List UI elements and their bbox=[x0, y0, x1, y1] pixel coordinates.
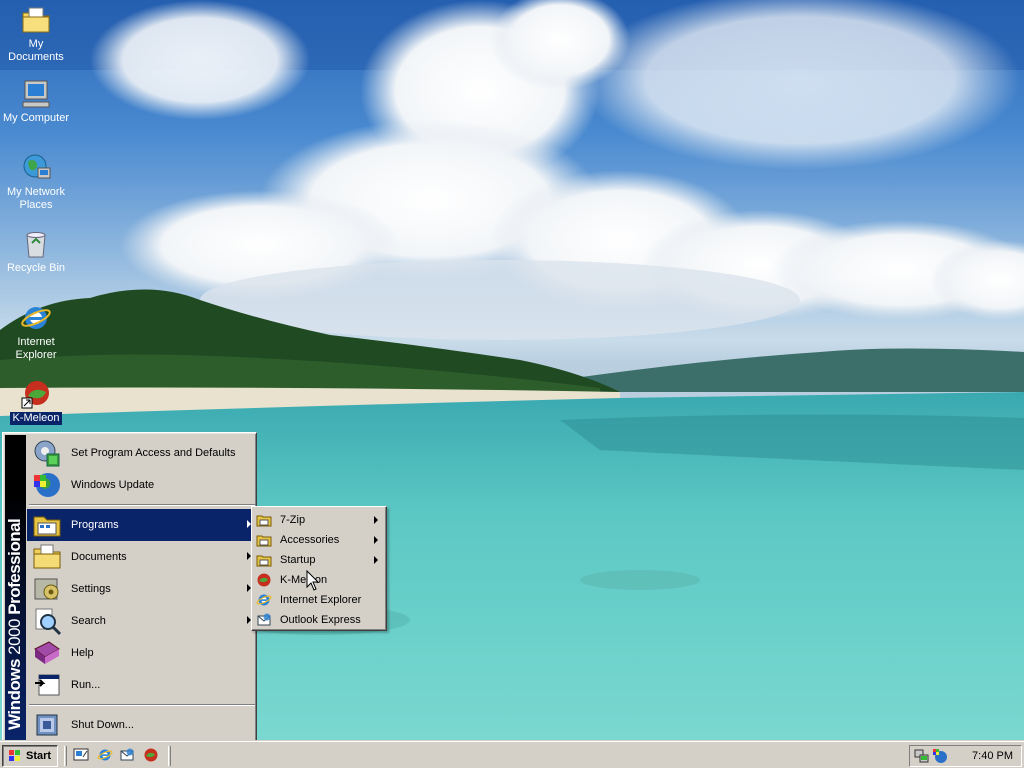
windows-update-tray-icon[interactable] bbox=[932, 748, 948, 764]
start-menu: Windows 2000 Professional Set Program Ac… bbox=[2, 432, 257, 743]
clock[interactable]: 7:40 PM bbox=[972, 750, 1013, 762]
show-desktop-icon[interactable] bbox=[73, 747, 89, 763]
programs-item-label: K-Meleon bbox=[280, 574, 328, 586]
banner-version-text: 2000 bbox=[5, 618, 24, 655]
start-item-settings[interactable]: Settings bbox=[27, 573, 255, 605]
outlook-express-icon[interactable] bbox=[119, 747, 135, 763]
k-meleon-icon bbox=[256, 572, 272, 588]
submenu-arrow-icon bbox=[374, 536, 378, 544]
settings-icon bbox=[31, 573, 63, 605]
start-button-label: Start bbox=[26, 750, 52, 762]
submenu-arrow-icon bbox=[374, 556, 378, 564]
start-menu-banner: Windows 2000 Professional bbox=[5, 435, 26, 740]
programs-item-label: 7-Zip bbox=[280, 514, 306, 526]
taskbar-grip[interactable] bbox=[64, 746, 67, 766]
submenu-arrow-icon bbox=[374, 516, 378, 524]
program-group-icon bbox=[256, 512, 272, 528]
system-tray: 7:40 PM bbox=[909, 745, 1022, 767]
desktop-icon-label: Recycle Bin bbox=[6, 262, 66, 274]
program-group-icon bbox=[256, 532, 272, 548]
start-item-shut-down[interactable]: Shut Down... bbox=[27, 709, 255, 741]
start-menu-separator bbox=[29, 504, 255, 506]
programs-item-label: Internet Explorer bbox=[280, 594, 362, 606]
recycle-bin-icon bbox=[20, 228, 52, 260]
documents-folder-icon bbox=[31, 541, 63, 573]
start-item-program-access[interactable]: Set Program Access and Defaults bbox=[27, 437, 255, 469]
desktop-icon-internet-explorer[interactable]: Internet Explorer bbox=[0, 302, 74, 362]
my-computer-icon bbox=[20, 78, 52, 110]
start-item-label: Shut Down... bbox=[71, 719, 134, 731]
mouse-cursor-icon bbox=[306, 569, 320, 592]
desktop-icon-my-computer[interactable]: My Computer bbox=[0, 78, 74, 125]
programs-item-accessories[interactable]: Accessories bbox=[254, 530, 384, 550]
programs-item-label: Accessories bbox=[280, 534, 340, 546]
windows-update-icon bbox=[31, 469, 63, 501]
start-item-label: Settings bbox=[71, 583, 111, 595]
start-item-documents[interactable]: Documents bbox=[27, 541, 255, 573]
programs-icon bbox=[31, 509, 63, 541]
programs-item-startup[interactable]: Startup bbox=[254, 550, 384, 570]
start-item-label: Windows Update bbox=[71, 479, 155, 491]
shut-down-icon bbox=[31, 709, 63, 741]
desktop-icon-k-meleon[interactable]: K-Meleon bbox=[0, 378, 74, 425]
my-documents-icon bbox=[20, 4, 52, 36]
banner-edition-text: Professional bbox=[5, 518, 24, 619]
desktop-icon-label: My Computer bbox=[2, 112, 70, 124]
desktop-icon-label: Internet Explorer bbox=[15, 336, 57, 361]
internet-explorer-icon bbox=[20, 302, 52, 334]
start-item-label: Search bbox=[71, 615, 106, 627]
start-button[interactable]: Start bbox=[2, 745, 58, 767]
start-item-windows-update[interactable]: Windows Update bbox=[27, 469, 255, 501]
help-icon bbox=[31, 637, 63, 669]
start-item-label: Documents bbox=[71, 551, 127, 563]
run-icon bbox=[31, 669, 63, 701]
start-item-help[interactable]: Help bbox=[27, 637, 255, 669]
desktop-icon-my-documents[interactable]: My Documents bbox=[0, 4, 74, 64]
k-meleon-icon bbox=[20, 378, 52, 410]
taskbar: Start 7:40 PM bbox=[0, 740, 1024, 768]
desktop-icon-network-places[interactable]: My Network Places bbox=[0, 152, 74, 212]
desktop-icon-label: My Network Places bbox=[6, 186, 66, 211]
programs-item-label: Startup bbox=[280, 554, 316, 566]
programs-item-label: Outlook Express bbox=[280, 614, 361, 626]
windows-logo-icon bbox=[7, 748, 23, 764]
internet-explorer-icon bbox=[256, 592, 272, 608]
k-meleon-icon[interactable] bbox=[143, 747, 159, 763]
search-icon bbox=[31, 605, 63, 637]
programs-item-7zip[interactable]: 7-Zip bbox=[254, 510, 384, 530]
program-access-icon bbox=[31, 437, 63, 469]
start-item-label: Programs bbox=[71, 519, 119, 531]
desktop-icon-label: K-Meleon bbox=[10, 412, 62, 425]
program-group-icon bbox=[256, 552, 272, 568]
network-places-icon bbox=[20, 152, 52, 184]
start-item-search[interactable]: Search bbox=[27, 605, 255, 637]
programs-submenu: 7-Zip Accessories Startup K-Meleon Inter… bbox=[251, 506, 387, 631]
start-item-programs[interactable]: Programs bbox=[27, 509, 255, 541]
start-menu-separator bbox=[29, 704, 255, 706]
start-item-label: Run... bbox=[71, 679, 101, 691]
desktop-icon-recycle-bin[interactable]: Recycle Bin bbox=[0, 228, 74, 275]
desktop-icon-label: My Documents bbox=[8, 38, 64, 63]
start-item-label: Help bbox=[71, 647, 94, 659]
network-tray-icon[interactable] bbox=[914, 748, 930, 764]
programs-item-outlook-express[interactable]: Outlook Express bbox=[254, 610, 384, 630]
outlook-express-icon bbox=[256, 612, 272, 628]
start-item-label: Set Program Access and Defaults bbox=[71, 447, 236, 459]
internet-explorer-icon[interactable] bbox=[97, 747, 113, 763]
banner-windows-text: Windows bbox=[5, 659, 24, 730]
programs-item-internet-explorer[interactable]: Internet Explorer bbox=[254, 590, 384, 610]
taskbar-grip[interactable] bbox=[168, 746, 171, 766]
start-item-run[interactable]: Run... bbox=[27, 669, 255, 701]
